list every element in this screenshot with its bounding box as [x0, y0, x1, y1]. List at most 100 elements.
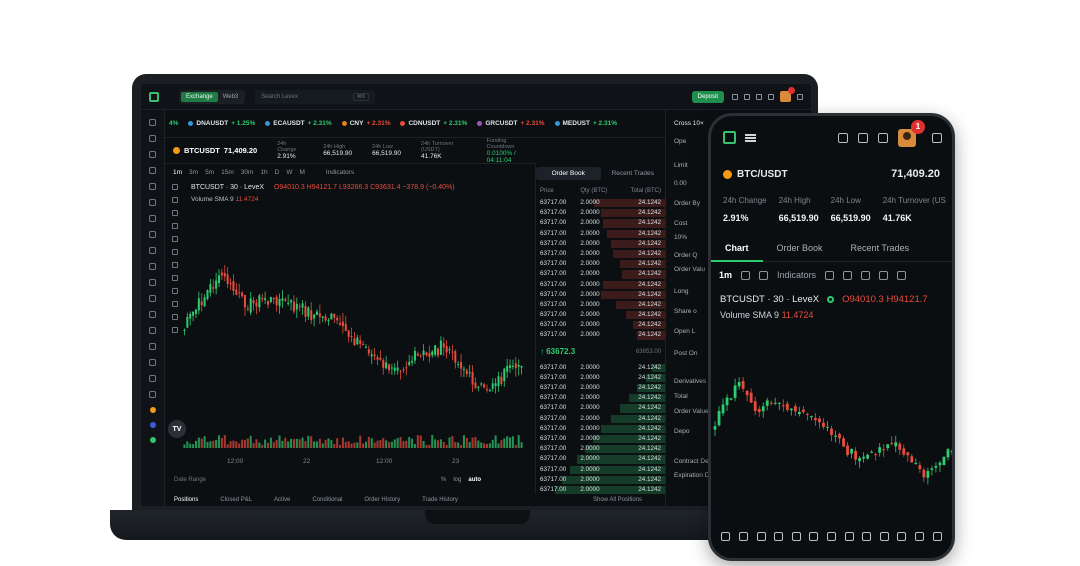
smile-icon[interactable] [809, 531, 819, 541]
bid-row[interactable]: 63717.00 2.0000 24.1242 [536, 465, 665, 475]
phone-candlestick-series[interactable] [711, 324, 952, 524]
tab-trade-history[interactable]: Trade History [422, 497, 458, 503]
date-range-button[interactable]: Date Range [174, 477, 206, 483]
ask-row[interactable]: 63717.00 2.0000 24.1242 [536, 320, 665, 330]
bid-row[interactable]: 63717.00 2.0000 24.1242 [536, 434, 665, 444]
trade-panel-item[interactable]: Contract De [674, 458, 709, 465]
trend-line-icon[interactable] [172, 197, 178, 203]
tf-m[interactable]: M [299, 169, 304, 176]
layers-icon[interactable] [932, 531, 942, 541]
smile-icon[interactable] [172, 249, 178, 255]
trade-panel-item[interactable]: Open L [674, 328, 695, 335]
ask-row[interactable]: 63717.00 2.0000 24.1242 [536, 300, 665, 310]
bid-row[interactable]: 63717.00 2.0000 24.1242 [536, 363, 665, 373]
chat-icon[interactable] [878, 132, 888, 143]
wallet-icon[interactable] [732, 93, 738, 100]
mode-exchange[interactable]: Exchange [181, 91, 218, 102]
tab-active[interactable]: Active [274, 497, 290, 503]
bid-row[interactable]: 63717.00 2.0000 24.1242 [536, 485, 665, 495]
trade-panel-item[interactable]: Expiration D [674, 472, 709, 479]
search-input[interactable]: Search Levex ⌘K [255, 89, 376, 104]
tf-d[interactable]: D [275, 169, 280, 176]
fullscreen-icon[interactable] [879, 270, 889, 280]
ask-row[interactable]: 63717.00 2.0000 24.1242 [536, 249, 665, 259]
trash-icon[interactable] [915, 531, 924, 541]
timeframe-selector[interactable]: 1m [719, 270, 732, 280]
tab-chart[interactable]: Chart [711, 234, 763, 262]
help-icon[interactable] [149, 391, 156, 398]
brush-icon[interactable] [774, 531, 784, 541]
lock-icon[interactable] [879, 531, 889, 541]
document-icon[interactable] [149, 375, 156, 382]
percent-toggle[interactable]: % [441, 477, 446, 483]
redo-icon[interactable] [843, 270, 853, 280]
ask-row[interactable]: 63717.00 2.0000 24.1242 [536, 198, 665, 208]
trade-panel-item[interactable]: Depo [674, 428, 690, 435]
trade-panel-item[interactable]: Derivatives [674, 378, 706, 385]
trade-panel-item[interactable]: 10% [674, 234, 687, 241]
tf-15m[interactable]: 15m [221, 169, 234, 176]
undo-icon[interactable] [825, 270, 835, 280]
ask-row[interactable]: 63717.00 2.0000 24.1242 [536, 269, 665, 279]
margin-mode-selector[interactable]: Cross 10× [674, 120, 704, 127]
ticker-item[interactable]: CNY + 2.31% [341, 120, 390, 127]
phone-pair-header[interactable]: BTC/USDT 71,409.20 [711, 160, 952, 188]
ask-row[interactable]: 63717.00 2.0000 24.1242 [536, 330, 665, 340]
settings-icon[interactable] [861, 270, 871, 280]
tab-recent-trades[interactable]: Recent Trades [601, 167, 666, 180]
trade-panel-item[interactable]: 0.00 [674, 180, 687, 187]
indicators-icon[interactable] [759, 270, 769, 280]
zoom-icon[interactable] [172, 275, 178, 281]
fib-icon[interactable] [756, 531, 766, 541]
levex-logo-icon[interactable] [723, 131, 736, 144]
crown-icon[interactable] [149, 343, 156, 350]
bid-row[interactable]: 63717.00 2.0000 24.1242 [536, 414, 665, 424]
trash-icon[interactable] [172, 327, 178, 333]
bid-row[interactable]: 63717.00 2.0000 24.1242 [536, 403, 665, 413]
coin-orange-icon[interactable] [149, 407, 156, 413]
ticker-item[interactable]: DNAUSDT + 1.25% [188, 120, 255, 127]
ticker-item[interactable]: GRCUSDT + 2.31% [477, 120, 545, 127]
trade-panel-item[interactable]: Limit [674, 162, 688, 169]
tab-recent-trades[interactable]: Recent Trades [837, 234, 924, 262]
ask-row[interactable]: 63717.00 2.0000 24.1242 [536, 280, 665, 290]
show-all-positions-toggle[interactable]: Show All Positions [593, 497, 642, 503]
ticker-item[interactable]: MEDUST + 2.31% [554, 120, 617, 127]
bid-row[interactable]: 63717.00 2.0000 24.1242 [536, 424, 665, 434]
trade-panel-item[interactable]: Total [674, 393, 688, 400]
line-tool-icon[interactable] [149, 183, 156, 190]
pair-selector[interactable]: BTCUSDT 71,409.20 [173, 146, 257, 155]
levex-logo-icon[interactable] [149, 91, 159, 102]
bank-icon[interactable] [149, 215, 156, 222]
bid-row[interactable]: 63717.00 2.0000 24.1242 [536, 475, 665, 485]
tab-order-book[interactable]: Order Book [536, 166, 601, 180]
ask-row[interactable]: 63717.00 2.0000 24.1242 [536, 290, 665, 300]
tradingview-logo-icon[interactable]: TV [168, 420, 186, 438]
hamburger-menu-icon[interactable] [745, 133, 756, 142]
text-icon[interactable] [791, 531, 801, 541]
text-icon[interactable] [172, 236, 178, 242]
lock-icon[interactable] [172, 301, 178, 307]
magnet-icon[interactable] [862, 531, 872, 541]
ruler-icon[interactable] [826, 531, 836, 541]
ticker-item[interactable]: 4% [169, 120, 178, 127]
ask-row[interactable]: 63717.00 2.0000 24.1242 [536, 229, 665, 239]
wallet-icon[interactable] [838, 132, 848, 143]
tf-1m[interactable]: 1m [173, 169, 182, 176]
trade-panel-item[interactable]: Order Valu [674, 266, 705, 273]
folder-icon[interactable] [149, 151, 156, 158]
coin-green-icon[interactable] [149, 437, 156, 443]
chart-icon[interactable] [149, 167, 156, 174]
price-chart[interactable]: BTCUSDT · 30 · LeveX O94010.3 H94121.7 L… [165, 180, 535, 476]
trade-panel-item[interactable]: Ope [674, 138, 686, 145]
crosshair-icon[interactable] [172, 184, 178, 190]
rocket-icon[interactable] [149, 247, 156, 254]
candle-type-icon[interactable] [741, 270, 751, 280]
trade-panel-item[interactable]: Cost [674, 220, 687, 227]
tab-order-book[interactable]: Order Book [763, 234, 837, 262]
indicators-button[interactable]: Indicators [326, 169, 354, 176]
clock-icon[interactable] [149, 119, 156, 126]
ask-row[interactable]: 63717.00 2.0000 24.1242 [536, 208, 665, 218]
ticker-item[interactable]: CDNUSDT + 2.31% [400, 120, 467, 127]
ruler-icon[interactable] [172, 262, 178, 268]
